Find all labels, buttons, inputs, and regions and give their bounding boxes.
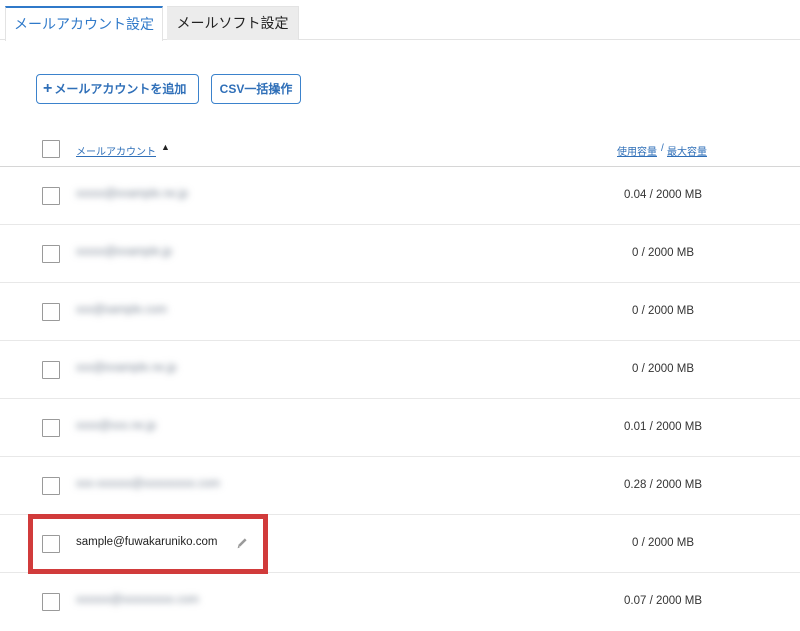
tab-mail-software-settings[interactable]: メールソフト設定 — [167, 6, 299, 40]
csv-bulk-operation-button[interactable]: CSV一括操作 — [211, 74, 301, 104]
tab-bar: メールアカウント設定 メールソフト設定 — [0, 0, 800, 41]
sort-ascending-icon: ▲ — [161, 142, 170, 152]
select-all-checkbox[interactable] — [42, 140, 60, 158]
account-usage: 0.07 / 2000 MB — [624, 595, 702, 607]
table-row: xxxxx@example.ne.jp 0.04 / 2000 MB — [0, 167, 800, 225]
table-header: メールアカウント ▲ 使用容量 / 最大容量 — [0, 128, 800, 167]
row-checkbox[interactable] — [42, 477, 60, 495]
add-mail-account-button[interactable]: + メールアカウントを追加 — [36, 74, 199, 104]
row-checkbox[interactable] — [42, 593, 60, 611]
account-email[interactable]: xxx@sample.com — [76, 304, 167, 316]
account-email[interactable]: xxx@example.ne.jp — [76, 362, 177, 374]
tab-mail-account-settings[interactable]: メールアカウント設定 — [5, 6, 163, 41]
sort-by-max-capacity-link[interactable]: 最大容量 — [667, 143, 707, 158]
table-row: xxx-xxxxxx@xxxxxxxxx.com 0.28 / 2000 MB — [0, 457, 800, 515]
account-usage: 0 / 2000 MB — [631, 363, 694, 375]
plus-icon: + — [43, 80, 53, 97]
table-row: xxx@example.ne.jp 0 / 2000 MB — [0, 341, 800, 399]
table-row: xxxxx@example.jp 0 / 2000 MB — [0, 225, 800, 283]
row-checkbox[interactable] — [42, 303, 60, 321]
account-usage: 0.01 / 2000 MB — [624, 421, 702, 433]
account-email[interactable]: xxx-xxxxxx@xxxxxxxxx.com — [76, 478, 220, 490]
sort-by-account-link[interactable]: メールアカウント — [76, 143, 156, 158]
table-row: xxxx@xxx.ne.jp 0.01 / 2000 MB — [0, 399, 800, 457]
add-mail-account-label: メールアカウントを追加 — [54, 82, 187, 96]
account-email[interactable]: xxxxx@example.ne.jp — [76, 188, 188, 200]
highlight-annotation — [28, 514, 268, 574]
csv-bulk-operation-label: CSV一括操作 — [219, 82, 293, 96]
row-checkbox[interactable] — [42, 361, 60, 379]
account-usage: 0.04 / 2000 MB — [624, 189, 702, 201]
account-usage: 0 / 2000 MB — [631, 305, 694, 317]
row-checkbox[interactable] — [42, 187, 60, 205]
table-row: xxxxxx@xxxxxxxxx.com 0.07 / 2000 MB — [0, 573, 800, 631]
account-usage: 0 / 2000 MB — [631, 537, 694, 549]
header-separator: / — [661, 143, 664, 154]
account-usage: 0.28 / 2000 MB — [624, 479, 702, 491]
sort-by-usage-link[interactable]: 使用容量 — [617, 143, 657, 158]
account-email[interactable]: xxxxxx@xxxxxxxxx.com — [76, 594, 199, 606]
table-row: xxx@sample.com 0 / 2000 MB — [0, 283, 800, 341]
row-checkbox[interactable] — [42, 419, 60, 437]
account-email[interactable]: xxxxx@example.jp — [76, 246, 172, 258]
account-email[interactable]: xxxx@xxx.ne.jp — [76, 420, 156, 432]
account-usage: 0 / 2000 MB — [631, 247, 694, 259]
row-checkbox[interactable] — [42, 245, 60, 263]
